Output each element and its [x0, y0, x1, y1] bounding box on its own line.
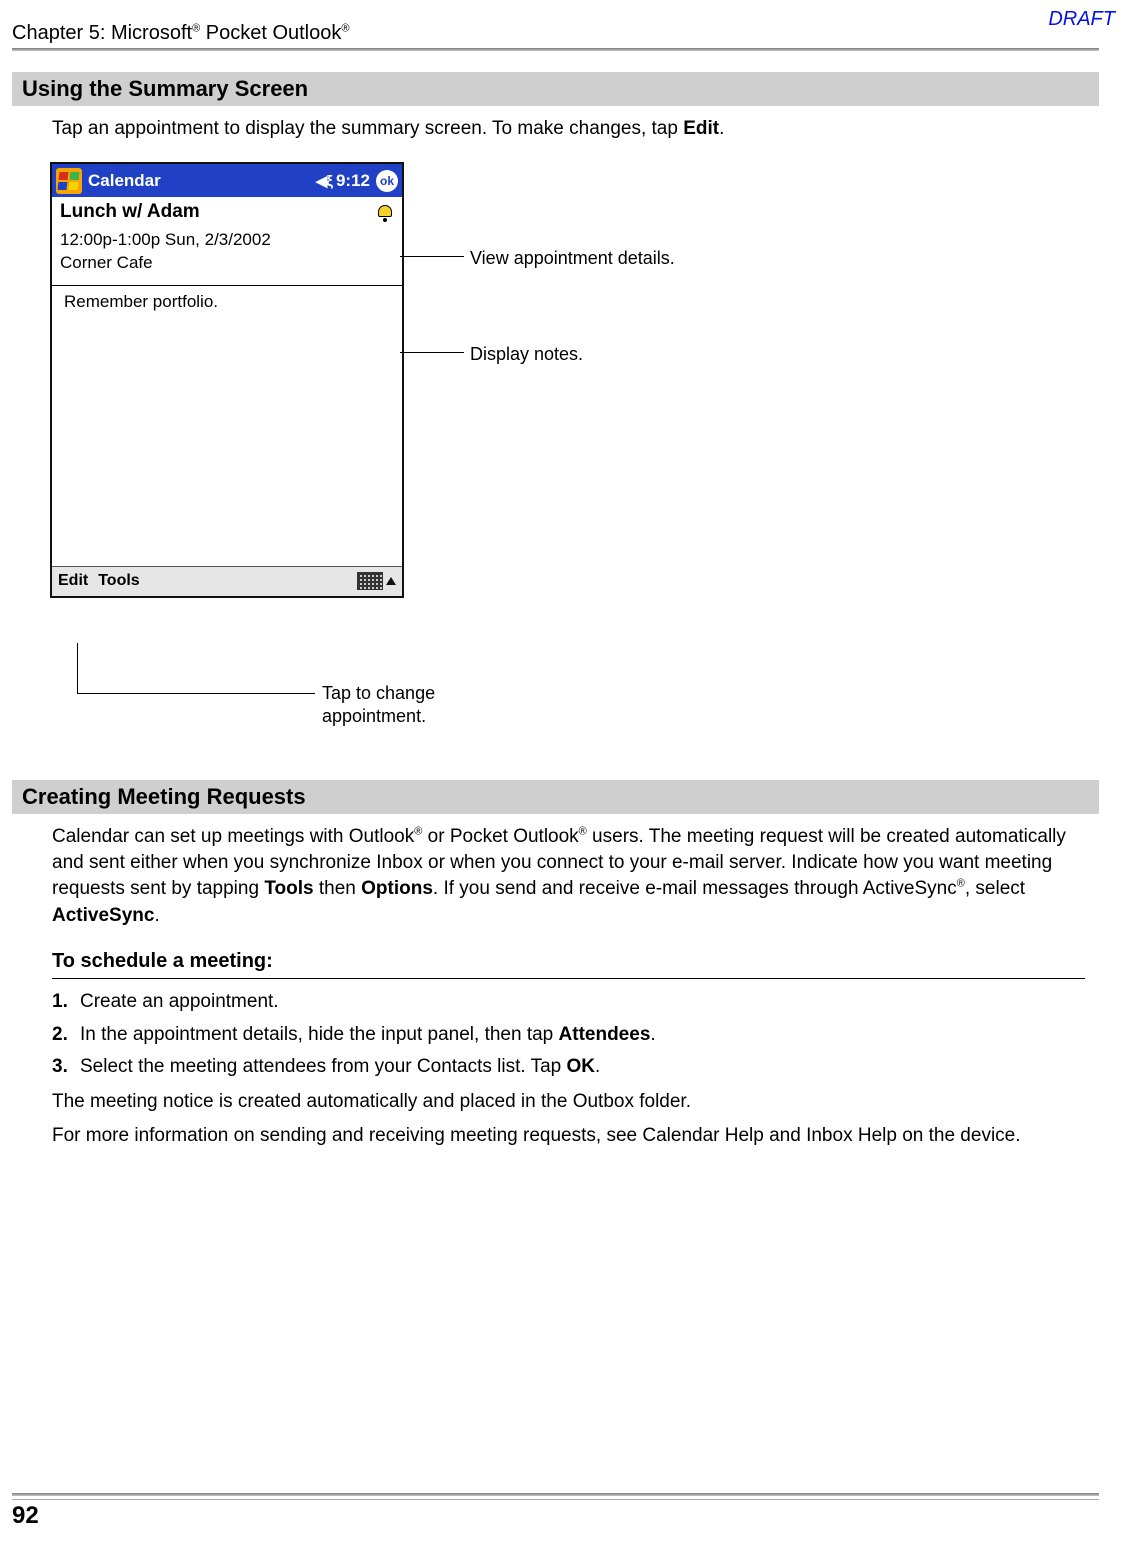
list-item: 1.Create an appointment.: [52, 988, 1085, 1017]
step-text: .: [650, 1024, 655, 1045]
t: then: [314, 878, 362, 899]
step-number: 2.: [52, 1021, 80, 1050]
reg-mark: ®: [341, 22, 349, 34]
callout-line: [400, 352, 464, 353]
detail-datetime: 12:00p-1:00p Sun, 2/3/2002: [60, 229, 394, 252]
device-screenshot: Calendar ◀ξ 9:12 ok Lunch w/ Adam 12:00p…: [50, 162, 404, 598]
screenshot-figure: Calendar ◀ξ 9:12 ok Lunch w/ Adam 12:00p…: [50, 162, 840, 598]
section-heading-meeting: Creating Meeting Requests: [12, 780, 1099, 814]
chapter-mid: Pocket Outlook: [200, 22, 341, 44]
callout-line: [400, 256, 464, 257]
footer-rule: [12, 1493, 1099, 1496]
footer-rule-thin: [12, 1499, 1099, 1500]
chapter-header: Chapter 5: Microsoft® Pocket Outlook®: [12, 22, 349, 45]
schedule-steps: 1.Create an appointment. 2.In the appoin…: [52, 988, 1085, 1155]
section-heading-summary: Using the Summary Screen: [12, 72, 1099, 106]
bold-tools: Tools: [264, 878, 313, 899]
tail-paragraph: For more information on sending and rece…: [52, 1122, 1085, 1151]
bottom-menubar: Edit Tools: [52, 566, 402, 596]
callout-line: [77, 643, 78, 693]
callout-details: View appointment details.: [470, 248, 675, 269]
reg-mark: ®: [192, 22, 200, 34]
keyboard-icon[interactable]: [357, 572, 383, 590]
input-panel-arrow-icon[interactable]: [386, 577, 396, 585]
tail-paragraph: The meeting notice is created automatica…: [52, 1088, 1085, 1117]
menu-edit[interactable]: Edit: [58, 572, 88, 590]
step-number: 3.: [52, 1053, 80, 1082]
appointment-notes[interactable]: Remember portfolio.: [52, 286, 402, 566]
meeting-paragraph: Calendar can set up meetings with Outloo…: [52, 824, 1085, 929]
list-item: 2.In the appointment details, hide the i…: [52, 1021, 1085, 1050]
reminder-bell-icon[interactable]: [376, 203, 394, 221]
schedule-heading: To schedule a meeting:: [52, 950, 273, 973]
windows-flag-icon[interactable]: [56, 168, 82, 194]
callout-line: [77, 693, 315, 694]
ok-button[interactable]: ok: [376, 170, 398, 192]
step-text: .: [595, 1056, 600, 1077]
callout-edit-l2: appointment.: [322, 706, 426, 726]
reg-mark: ®: [579, 826, 587, 838]
speaker-icon[interactable]: ◀ξ: [316, 172, 332, 190]
reg-mark: ®: [957, 878, 965, 890]
header-rule: [12, 48, 1099, 51]
bold-activesync: ActiveSync: [52, 905, 154, 926]
list-item: 3.Select the meeting attendees from your…: [52, 1053, 1085, 1082]
step-text: In the appointment details, hide the inp…: [80, 1024, 559, 1045]
callout-edit-l1: Tap to change: [322, 683, 435, 703]
schedule-rule: [52, 978, 1085, 979]
page-number: 92: [12, 1502, 39, 1530]
intro-text-c: .: [719, 118, 724, 139]
appointment-subject: Lunch w/ Adam: [60, 201, 200, 223]
callout-notes: Display notes.: [470, 344, 583, 365]
step-text: Select the meeting attendees from your C…: [80, 1056, 567, 1077]
t: or Pocket Outlook: [422, 826, 578, 847]
menu-tools[interactable]: Tools: [98, 572, 139, 590]
bold-attendees: Attendees: [559, 1024, 651, 1045]
draft-watermark: DRAFT: [1048, 8, 1115, 31]
step-text: Create an appointment.: [80, 991, 279, 1012]
titlebar-time: 9:12: [336, 171, 370, 191]
titlebar-label: Calendar: [88, 171, 161, 191]
bold-ok: OK: [567, 1056, 596, 1077]
chapter-prefix: Chapter 5: Microsoft: [12, 22, 192, 44]
intro-text-a: Tap an appointment to display the summar…: [52, 118, 683, 139]
appointment-details: 12:00p-1:00p Sun, 2/3/2002 Corner Cafe: [52, 225, 402, 285]
callout-edit: Tap to change appointment.: [322, 682, 435, 729]
intro-paragraph: Tap an appointment to display the summar…: [52, 116, 1099, 142]
t: . If you send and receive e-mail message…: [433, 878, 957, 899]
t: .: [154, 905, 159, 926]
t: Calendar can set up meetings with Outloo…: [52, 826, 414, 847]
subject-row: Lunch w/ Adam: [52, 197, 402, 225]
intro-bold-edit: Edit: [683, 118, 719, 139]
step-number: 1.: [52, 988, 80, 1017]
detail-location: Corner Cafe: [60, 252, 394, 275]
bold-options: Options: [361, 878, 433, 899]
titlebar: Calendar ◀ξ 9:12 ok: [52, 164, 402, 197]
t: , select: [965, 878, 1025, 899]
